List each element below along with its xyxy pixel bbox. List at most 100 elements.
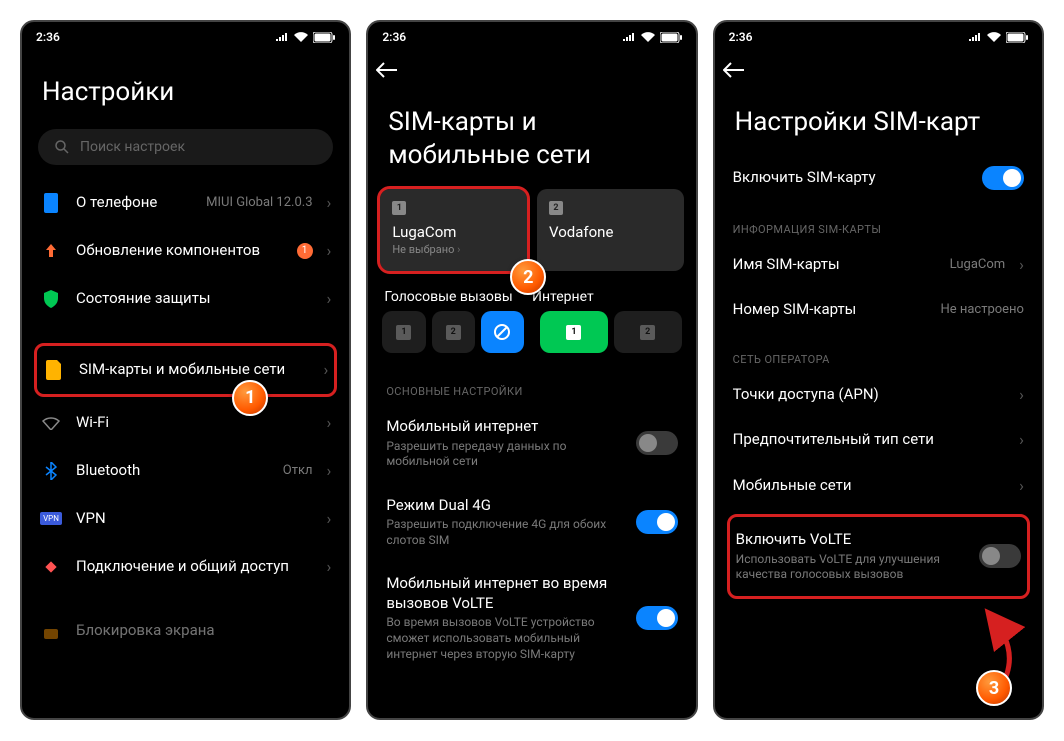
row-mobile-networks[interactable]: Мобильные сети ›	[727, 463, 1030, 509]
ask-icon	[494, 324, 510, 340]
voice-calls-label: Голосовые вызовы	[384, 289, 532, 305]
row-sim-name[interactable]: Имя SIM-карты LugaCom ›	[727, 242, 1030, 288]
dual4g-sub: Разрешить подключение 4G для обоих слото…	[386, 517, 621, 548]
row-bluetooth[interactable]: Bluetooth Откл ›	[34, 447, 337, 495]
sim2-name: Vodafone	[549, 223, 672, 241]
row-about-phone[interactable]: О телефоне MIUI Global 12.0.3 ›	[34, 179, 337, 227]
row-preferred-network[interactable]: Предпочтительный тип сети ›	[727, 417, 1030, 463]
chevron-right-icon: ›	[327, 289, 332, 308]
status-bar: 2:36	[368, 22, 695, 52]
row-system-update[interactable]: Обновление компонентов 1 ›	[34, 227, 337, 275]
status-bar: 2:36	[22, 22, 349, 52]
phone-screen-2: 2:36 SIM-карты и мобильные сети 1 LugaCo…	[366, 20, 697, 720]
chevron-right-icon: ›	[327, 413, 332, 432]
voice-sim1-chip[interactable]: 1	[382, 311, 425, 353]
chevron-right-icon: ›	[327, 509, 332, 528]
vpn-icon: VPN	[40, 508, 62, 530]
section-header-network: СЕТЬ ОПЕРАТОРА	[727, 333, 1030, 372]
volte-call-toggle[interactable]	[636, 606, 678, 630]
row-apn[interactable]: Точки доступа (APN) ›	[727, 372, 1030, 418]
status-icons	[275, 32, 335, 43]
chevron-right-icon: ›	[327, 241, 332, 260]
enable-sim-label: Включить SIM-карту	[733, 168, 968, 188]
chevron-right-icon: ›	[1019, 476, 1024, 495]
option-selectors: 1 2 1 2	[380, 311, 683, 365]
bt-value: Откл	[283, 463, 313, 478]
voice-ask-chip[interactable]	[481, 311, 524, 353]
chevron-right-icon: ›	[1019, 385, 1024, 404]
page-title: SIM-карты и мобильные сети	[380, 82, 683, 185]
row-tethering[interactable]: Подключение и общий доступ ›	[34, 543, 337, 591]
status-icons	[968, 32, 1028, 43]
row-dual-4g[interactable]: Режим Dual 4G Разрешить подключение 4G д…	[380, 483, 683, 562]
search-placeholder: Поиск настроек	[80, 139, 185, 155]
row-sim-number[interactable]: Номер SIM-карты Не настроено	[727, 287, 1030, 333]
update-label: Обновление компонентов	[76, 241, 283, 261]
sim-name-label: Имя SIM-карты	[733, 255, 936, 275]
sim-label: SIM-карты и мобильные сети	[79, 360, 310, 380]
status-time: 2:36	[36, 30, 60, 44]
back-button[interactable]	[715, 52, 1042, 82]
status-bar: 2:36	[715, 22, 1042, 52]
sim-card-2[interactable]: 2 Vodafone	[537, 189, 684, 271]
wifi-icon	[40, 412, 62, 434]
chevron-right-icon: ›	[327, 461, 332, 480]
chevron-right-icon: ›	[327, 557, 332, 576]
phone-screen-3: 2:36 Настройки SIM-карт Включить SIM-кар…	[713, 20, 1044, 720]
phone-screen-1: 2:36 Настройки Поиск настроек О телефоне…	[20, 20, 351, 720]
internet-label: Интернет	[532, 289, 680, 305]
step-bubble-3: 3	[976, 670, 1012, 706]
row-enable-volte[interactable]: Включить VoLTE Использовать VoLTE для ул…	[730, 517, 1027, 596]
apn-label: Точки доступа (APN)	[733, 385, 1006, 405]
row-lock-screen[interactable]: Блокировка экрана	[34, 607, 337, 655]
search-input[interactable]: Поиск настроек	[38, 129, 333, 165]
sim-cards-container: 1 LugaCom Не выбрано › 2 Vodafone 2	[380, 185, 683, 281]
back-button[interactable]	[368, 52, 695, 82]
row-volte-calls-data[interactable]: Мобильный интернет во время вызовов VoLT…	[380, 561, 683, 675]
section-header-info: ИНФОРМАЦИЯ SIM-КАРТЫ	[727, 203, 1030, 242]
voice-sim2-chip[interactable]: 2	[432, 311, 475, 353]
highlight-sim-row: SIM-карты и мобильные сети › 1	[34, 343, 337, 397]
row-enable-sim[interactable]: Включить SIM-карту	[727, 153, 1030, 203]
pref-net-label: Предпочтительный тип сети	[733, 430, 1006, 450]
about-label: О телефоне	[76, 193, 192, 213]
chevron-right-icon: ›	[1019, 255, 1024, 274]
mobile-data-label: Мобильный интернет	[386, 417, 621, 437]
lock-label: Блокировка экрана	[76, 621, 331, 641]
row-vpn[interactable]: VPN VPN ›	[34, 495, 337, 543]
volte-label: Включить VoLTE	[736, 530, 965, 550]
status-time: 2:36	[382, 30, 406, 44]
about-value: MIUI Global 12.0.3	[206, 195, 312, 210]
update-badge: 1	[297, 243, 313, 259]
share-label: Подключение и общий доступ	[76, 557, 313, 577]
internet-sim1-chip[interactable]: 1	[540, 311, 608, 353]
dual4g-toggle[interactable]	[636, 510, 678, 534]
internet-selector: 1 2	[540, 311, 682, 353]
dual4g-label: Режим Dual 4G	[386, 496, 621, 516]
bluetooth-icon	[40, 460, 62, 482]
back-arrow-icon	[376, 62, 398, 78]
mobile-data-toggle[interactable]	[636, 431, 678, 455]
security-label: Состояние защиты	[76, 289, 313, 309]
page-title: Настройки SIM-карт	[727, 82, 1030, 153]
volte-toggle[interactable]	[979, 544, 1021, 568]
volte-call-label: Мобильный интернет во время вызовов VoLT…	[386, 574, 621, 613]
internet-sim2-chip[interactable]: 2	[614, 311, 682, 353]
vpn-label: VPN	[76, 509, 313, 529]
row-wifi[interactable]: Wi-Fi ›	[34, 399, 337, 447]
lock-icon	[40, 620, 62, 642]
volte-sub: Использовать VoLTE для улучшения качеств…	[736, 552, 965, 583]
bt-label: Bluetooth	[76, 461, 269, 481]
row-sim-networks[interactable]: SIM-карты и мобильные сети ›	[37, 346, 334, 394]
chevron-right-icon: ›	[1019, 430, 1024, 449]
sim-slot-badge: 2	[549, 201, 563, 215]
enable-sim-toggle[interactable]	[982, 166, 1024, 190]
chevron-right-icon: ›	[324, 360, 329, 379]
sim-card-1[interactable]: 1 LugaCom Не выбрано ›	[380, 189, 527, 271]
search-icon	[54, 139, 70, 155]
back-arrow-icon	[723, 62, 745, 78]
row-mobile-data[interactable]: Мобильный интернет Разрешить передачу да…	[380, 404, 683, 483]
wifi-label: Wi-Fi	[76, 413, 313, 433]
chevron-right-icon: ›	[327, 193, 332, 212]
row-security-status[interactable]: Состояние защиты ›	[34, 275, 337, 323]
